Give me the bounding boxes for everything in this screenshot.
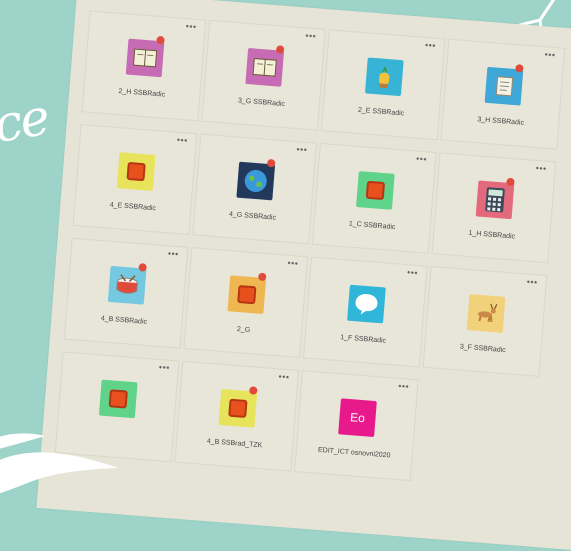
brush-stroke-decoration xyxy=(0,0,571,495)
